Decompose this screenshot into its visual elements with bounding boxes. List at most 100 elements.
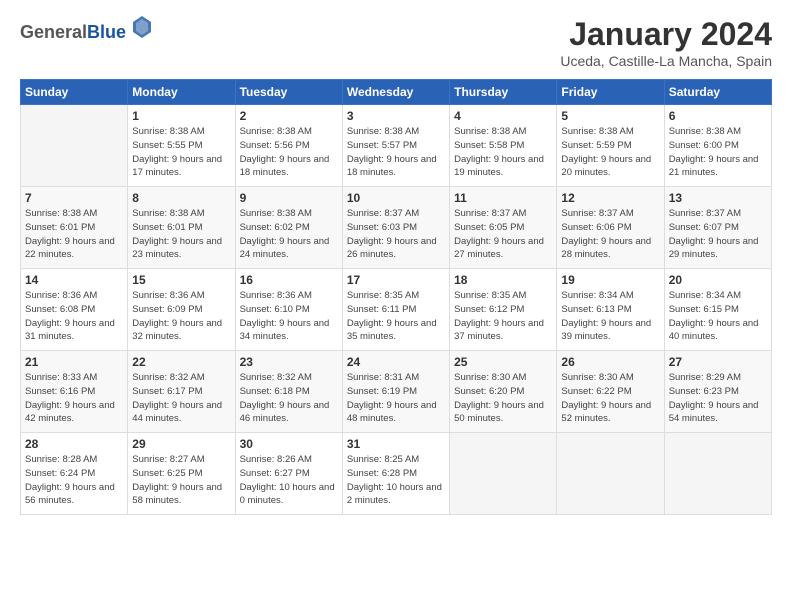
day-info: Sunrise: 8:35 AMSunset: 6:11 PMDaylight:… — [347, 289, 445, 344]
day-info: Sunrise: 8:27 AMSunset: 6:25 PMDaylight:… — [132, 453, 230, 508]
header-day-monday: Monday — [128, 80, 235, 105]
day-cell: 25 Sunrise: 8:30 AMSunset: 6:20 PMDayligh… — [450, 351, 557, 433]
day-info: Sunrise: 8:34 AMSunset: 6:15 PMDaylight:… — [669, 289, 767, 344]
title-block: January 2024 Uceda, Castille-La Mancha, … — [560, 16, 772, 69]
day-cell — [21, 105, 128, 187]
day-number: 3 — [347, 109, 445, 123]
day-info: Sunrise: 8:37 AMSunset: 6:07 PMDaylight:… — [669, 207, 767, 262]
day-cell: 14 Sunrise: 8:36 AMSunset: 6:08 PMDayligh… — [21, 269, 128, 351]
day-info: Sunrise: 8:37 AMSunset: 6:06 PMDaylight:… — [561, 207, 659, 262]
day-number: 10 — [347, 191, 445, 205]
logo-icon — [133, 16, 151, 38]
day-number: 17 — [347, 273, 445, 287]
day-cell: 5 Sunrise: 8:38 AMSunset: 5:59 PMDaylight… — [557, 105, 664, 187]
header: GeneralBlue January 2024 Uceda, Castille… — [20, 16, 772, 69]
day-cell: 6Sunrise: 8:38 AMSunset: 6:00 PMDaylight… — [664, 105, 771, 187]
day-info: Sunrise: 8:32 AMSunset: 6:18 PMDaylight:… — [240, 371, 338, 426]
day-info: Sunrise: 8:33 AMSunset: 6:16 PMDaylight:… — [25, 371, 123, 426]
day-info: Sunrise: 8:38 AMSunset: 5:56 PMDaylight:… — [240, 125, 338, 180]
week-row-3: 14 Sunrise: 8:36 AMSunset: 6:08 PMDayligh… — [21, 269, 772, 351]
day-info: Sunrise: 8:30 AMSunset: 6:22 PMDaylight:… — [561, 371, 659, 426]
day-cell: 30 Sunrise: 8:26 AMSunset: 6:27 PMDayligh… — [235, 433, 342, 515]
day-info: Sunrise: 8:35 AMSunset: 6:12 PMDaylight:… — [454, 289, 552, 344]
day-cell: 27Sunrise: 8:29 AMSunset: 6:23 PMDayligh… — [664, 351, 771, 433]
day-number: 22 — [132, 355, 230, 369]
day-info: Sunrise: 8:26 AMSunset: 6:27 PMDaylight:… — [240, 453, 338, 508]
day-info: Sunrise: 8:38 AMSunset: 5:55 PMDaylight:… — [132, 125, 230, 180]
header-day-saturday: Saturday — [664, 80, 771, 105]
day-info: Sunrise: 8:29 AMSunset: 6:23 PMDaylight:… — [669, 371, 767, 426]
calendar-table: SundayMondayTuesdayWednesdayThursdayFrid… — [20, 79, 772, 515]
day-number: 21 — [25, 355, 123, 369]
day-cell: 11Sunrise: 8:37 AMSunset: 6:05 PMDayligh… — [450, 187, 557, 269]
week-row-5: 28 Sunrise: 8:28 AMSunset: 6:24 PMDayligh… — [21, 433, 772, 515]
day-cell: 23 Sunrise: 8:32 AMSunset: 6:18 PMDayligh… — [235, 351, 342, 433]
day-cell: 22 Sunrise: 8:32 AMSunset: 6:17 PMDayligh… — [128, 351, 235, 433]
logo-general: General — [20, 22, 87, 42]
day-info: Sunrise: 8:38 AMSunset: 5:57 PMDaylight:… — [347, 125, 445, 180]
day-cell — [664, 433, 771, 515]
day-cell: 19Sunrise: 8:34 AMSunset: 6:13 PMDayligh… — [557, 269, 664, 351]
day-cell: 29 Sunrise: 8:27 AMSunset: 6:25 PMDayligh… — [128, 433, 235, 515]
day-number: 6 — [669, 109, 767, 123]
day-info: Sunrise: 8:38 AMSunset: 6:02 PMDaylight:… — [240, 207, 338, 262]
day-cell: 12 Sunrise: 8:37 AMSunset: 6:06 PMDayligh… — [557, 187, 664, 269]
location: Uceda, Castille-La Mancha, Spain — [560, 53, 772, 69]
day-cell: 9 Sunrise: 8:38 AMSunset: 6:02 PMDaylight… — [235, 187, 342, 269]
week-row-4: 21 Sunrise: 8:33 AMSunset: 6:16 PMDayligh… — [21, 351, 772, 433]
day-number: 19 — [561, 273, 659, 287]
day-number: 15 — [132, 273, 230, 287]
week-row-1: 1 Sunrise: 8:38 AMSunset: 5:55 PMDaylight… — [21, 105, 772, 187]
day-cell: 31Sunrise: 8:25 AMSunset: 6:28 PMDayligh… — [342, 433, 449, 515]
header-row: SundayMondayTuesdayWednesdayThursdayFrid… — [21, 80, 772, 105]
day-cell: 2Sunrise: 8:38 AMSunset: 5:56 PMDaylight… — [235, 105, 342, 187]
day-number: 30 — [240, 437, 338, 451]
day-cell — [557, 433, 664, 515]
header-day-wednesday: Wednesday — [342, 80, 449, 105]
day-info: Sunrise: 8:30 AMSunset: 6:20 PMDaylight:… — [454, 371, 552, 426]
day-info: Sunrise: 8:38 AMSunset: 6:01 PMDaylight:… — [132, 207, 230, 262]
day-number: 31 — [347, 437, 445, 451]
day-info: Sunrise: 8:32 AMSunset: 6:17 PMDaylight:… — [132, 371, 230, 426]
day-number: 4 — [454, 109, 552, 123]
month-title: January 2024 — [560, 16, 772, 53]
day-info: Sunrise: 8:38 AMSunset: 5:58 PMDaylight:… — [454, 125, 552, 180]
header-day-tuesday: Tuesday — [235, 80, 342, 105]
day-cell: 15 Sunrise: 8:36 AMSunset: 6:09 PMDayligh… — [128, 269, 235, 351]
day-number: 25 — [454, 355, 552, 369]
day-number: 1 — [132, 109, 230, 123]
day-cell: 7Sunrise: 8:38 AMSunset: 6:01 PMDaylight… — [21, 187, 128, 269]
day-cell: 26 Sunrise: 8:30 AMSunset: 6:22 PMDayligh… — [557, 351, 664, 433]
day-number: 7 — [25, 191, 123, 205]
day-number: 12 — [561, 191, 659, 205]
day-info: Sunrise: 8:37 AMSunset: 6:03 PMDaylight:… — [347, 207, 445, 262]
day-cell: 4 Sunrise: 8:38 AMSunset: 5:58 PMDaylight… — [450, 105, 557, 187]
day-info: Sunrise: 8:36 AMSunset: 6:10 PMDaylight:… — [240, 289, 338, 344]
day-cell: 3 Sunrise: 8:38 AMSunset: 5:57 PMDaylight… — [342, 105, 449, 187]
day-cell: 17 Sunrise: 8:35 AMSunset: 6:11 PMDayligh… — [342, 269, 449, 351]
day-info: Sunrise: 8:36 AMSunset: 6:08 PMDaylight:… — [25, 289, 123, 344]
day-info: Sunrise: 8:38 AMSunset: 5:59 PMDaylight:… — [561, 125, 659, 180]
day-number: 20 — [669, 273, 767, 287]
header-day-thursday: Thursday — [450, 80, 557, 105]
day-cell: 10 Sunrise: 8:37 AMSunset: 6:03 PMDayligh… — [342, 187, 449, 269]
day-cell: 18 Sunrise: 8:35 AMSunset: 6:12 PMDayligh… — [450, 269, 557, 351]
day-info: Sunrise: 8:31 AMSunset: 6:19 PMDaylight:… — [347, 371, 445, 426]
day-info: Sunrise: 8:28 AMSunset: 6:24 PMDaylight:… — [25, 453, 123, 508]
day-cell: 24Sunrise: 8:31 AMSunset: 6:19 PMDayligh… — [342, 351, 449, 433]
day-number: 14 — [25, 273, 123, 287]
day-number: 5 — [561, 109, 659, 123]
day-number: 9 — [240, 191, 338, 205]
day-number: 18 — [454, 273, 552, 287]
day-cell: 8Sunrise: 8:38 AMSunset: 6:01 PMDaylight… — [128, 187, 235, 269]
day-info: Sunrise: 8:36 AMSunset: 6:09 PMDaylight:… — [132, 289, 230, 344]
day-number: 26 — [561, 355, 659, 369]
day-number: 16 — [240, 273, 338, 287]
day-cell: 28 Sunrise: 8:28 AMSunset: 6:24 PMDayligh… — [21, 433, 128, 515]
logo-blue: Blue — [87, 22, 126, 42]
day-number: 29 — [132, 437, 230, 451]
day-cell: 13Sunrise: 8:37 AMSunset: 6:07 PMDayligh… — [664, 187, 771, 269]
day-cell: 16 Sunrise: 8:36 AMSunset: 6:10 PMDayligh… — [235, 269, 342, 351]
day-number: 23 — [240, 355, 338, 369]
day-number: 28 — [25, 437, 123, 451]
